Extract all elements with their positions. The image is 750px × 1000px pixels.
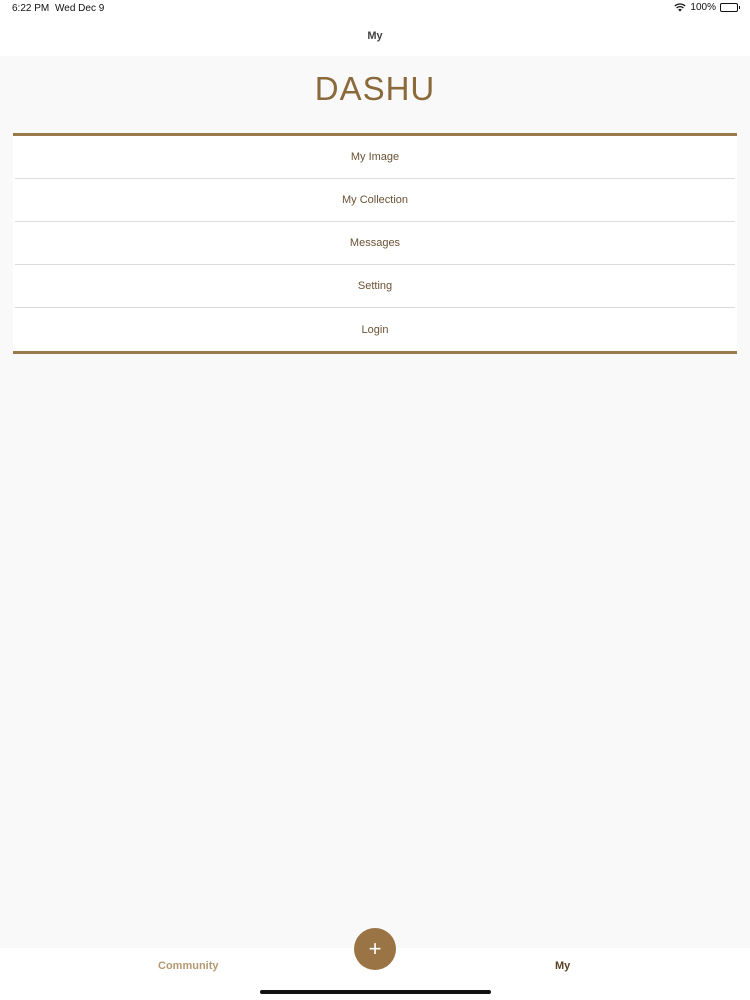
battery-percentage: 100% [690, 2, 716, 13]
add-button[interactable]: + [354, 928, 396, 970]
status-time: 6:22 PM [12, 3, 50, 14]
wifi-icon [674, 3, 687, 12]
status-indicators: 100% [674, 2, 740, 13]
nav-title: My [367, 30, 383, 42]
battery-icon [720, 3, 740, 12]
navigation-bar: My [0, 18, 750, 56]
status-bar: 6:22 PM Wed Dec 9 100% [0, 0, 750, 18]
status-date: Wed Dec 9 [55, 3, 105, 14]
menu-item-setting[interactable]: Setting [15, 265, 735, 308]
plus-icon: + [368, 936, 382, 961]
menu-item-login[interactable]: Login [15, 308, 735, 351]
brand-logo-text: DASHU [314, 70, 436, 107]
profile-menu: My Image My Collection Messages Setting … [13, 133, 737, 354]
menu-item-my-collection[interactable]: My Collection [15, 179, 735, 222]
screen: 6:22 PM Wed Dec 9 100% My DASHU My Image… [0, 0, 750, 1000]
menu-item-messages[interactable]: Messages [15, 222, 735, 265]
tab-community[interactable]: Community [158, 960, 219, 972]
tab-my[interactable]: My [555, 960, 570, 972]
home-indicator [260, 990, 491, 994]
menu-item-my-image[interactable]: My Image [15, 136, 735, 179]
